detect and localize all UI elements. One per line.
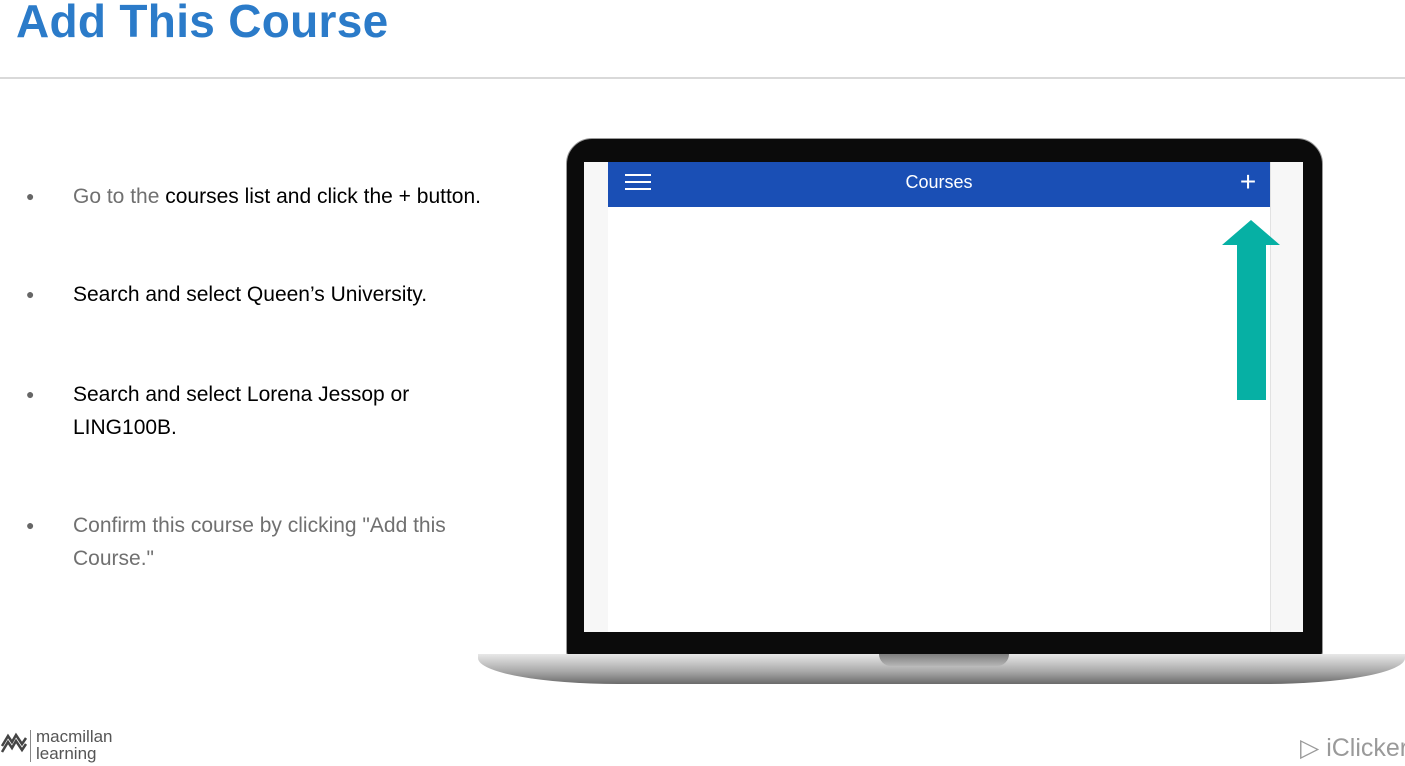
bullet-prefix: Go to the [73, 185, 166, 208]
bullet-text-line2: Course." [73, 547, 154, 570]
title-divider [0, 77, 1405, 79]
app-title: Courses [905, 172, 973, 192]
bullet-text: Search and select Queen’s University. [73, 283, 428, 306]
bullet-dot-icon: ● [26, 517, 35, 533]
laptop-notch [879, 654, 1009, 666]
iclicker-logo: ▷ iClicker [1300, 733, 1405, 763]
courses-app: Courses + [608, 162, 1271, 632]
app-header-bar: Courses + [608, 162, 1270, 207]
iclicker-play-icon: ▷ [1300, 734, 1320, 762]
iclicker-brand-text: iClicker [1326, 734, 1405, 762]
brand-name: macmillan learning [36, 727, 113, 763]
bullet-text-line1: Confirm this course by clicking "Add thi… [73, 514, 446, 537]
bullet-dot-icon: ● [26, 188, 35, 204]
up-arrow-icon [1222, 220, 1280, 400]
bullet-dot-icon: ● [26, 386, 35, 402]
laptop-screen: Courses + [584, 162, 1303, 632]
bullet-text: courses list and click the + button. [165, 185, 481, 208]
bullet-text-line1: Search and select Lorena Jessop or [73, 383, 410, 406]
logo-divider [30, 730, 31, 762]
bullet-dot-icon: ● [26, 286, 35, 302]
slide-title: Add This Course [16, 0, 389, 47]
add-course-plus-icon[interactable]: + [1236, 168, 1260, 196]
bullet-text-line2: LING100B. [73, 416, 177, 439]
